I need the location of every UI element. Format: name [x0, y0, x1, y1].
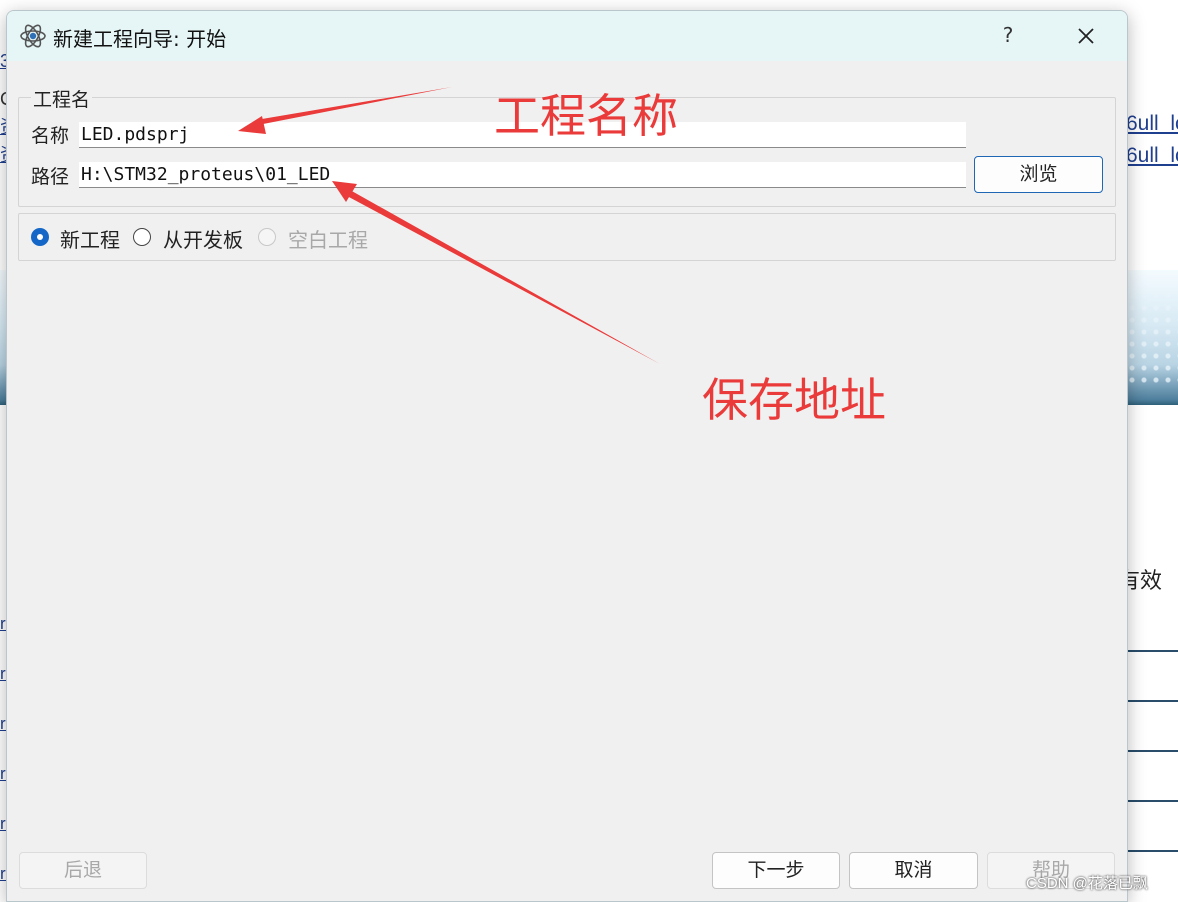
annotation-project-name: 工程名称: [494, 89, 678, 143]
dialog-title: 新建工程向导: 开始: [53, 27, 227, 51]
project-name-group-legend: 工程名: [31, 85, 93, 112]
radio-label-blank-project: 空白工程: [288, 228, 368, 252]
path-label: 路径: [31, 166, 70, 188]
background-link[interactable]: 6ull_lc: [1126, 144, 1178, 168]
csdn-watermark: CSDN @花落已飘: [1026, 875, 1148, 892]
radio-new-project[interactable]: [31, 228, 49, 246]
background-row-divider: [1126, 700, 1178, 702]
radio-blank-project: [258, 228, 276, 246]
background-banner-pattern: [1126, 290, 1178, 385]
background-row-divider: [1126, 750, 1178, 752]
background-row-divider: [1126, 850, 1178, 852]
name-label: 名称: [31, 125, 70, 147]
radio-label-from-dev-board[interactable]: 从开发板: [163, 224, 243, 253]
dialog-titlebar[interactable]: 新建工程向导: 开始 ?: [7, 11, 1127, 61]
back-button: 后退: [19, 852, 147, 889]
background-row-divider: [1126, 800, 1178, 802]
next-button[interactable]: 下一步: [712, 852, 840, 889]
project-path-input[interactable]: H:\STM32_proteus\01_LED: [79, 162, 966, 188]
background-link[interactable]: 6ull_lc: [1126, 112, 1178, 136]
browse-button[interactable]: 浏览: [974, 156, 1103, 193]
close-icon[interactable]: [1071, 21, 1101, 51]
proteus-app-icon: [20, 24, 46, 48]
annotation-save-path: 保存地址: [702, 373, 886, 427]
radio-label-new-project[interactable]: 新工程: [60, 224, 120, 253]
background-row-divider: [1126, 650, 1178, 652]
cancel-button[interactable]: 取消: [849, 852, 978, 889]
radio-from-dev-board[interactable]: [133, 228, 151, 246]
context-help-button[interactable]: ?: [997, 23, 1019, 49]
